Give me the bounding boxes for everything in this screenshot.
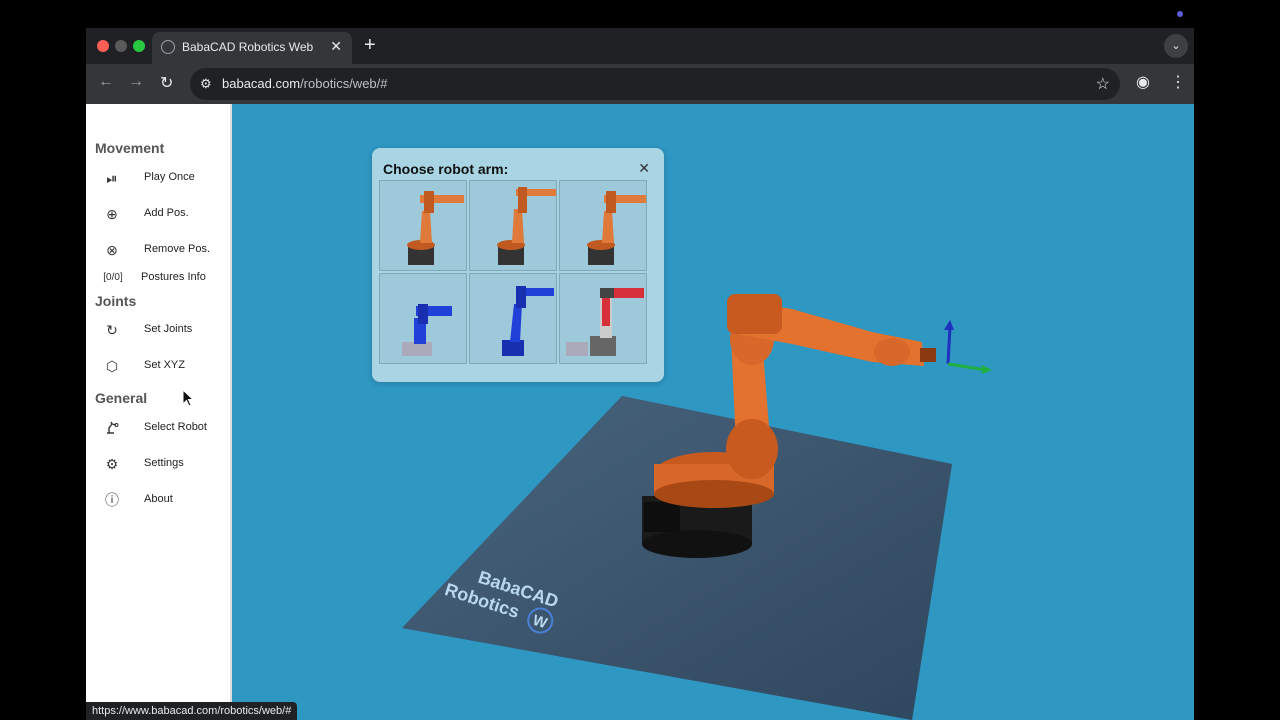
3d-viewport[interactable]: BabaCAD Robotics W Choose robot arm: ✕ [232,104,1194,720]
tab-strip: BabaCAD Robotics Web ✕ + ⌄ [86,28,1194,64]
close-window-button[interactable] [97,40,109,52]
robot-option-6[interactable] [559,273,647,364]
maximize-window-button[interactable] [133,40,145,52]
robot-option-4[interactable] [379,273,467,364]
new-tab-button[interactable]: + [364,34,376,57]
set-xyz-button[interactable]: ⬡ Set XYZ [86,351,232,381]
postures-counter: [0/0] [103,272,123,283]
add-circle-icon: ⊕ [106,206,118,222]
back-icon[interactable]: ← [98,73,114,91]
forward-icon[interactable]: → [128,73,144,91]
site-info-icon[interactable]: ⚙ [200,76,212,92]
gear-icon: ⚙ [105,456,119,472]
robot-option-3[interactable] [559,180,647,271]
robot-option-1[interactable] [379,180,467,271]
bookmark-star-icon[interactable]: ☆ [1096,74,1110,94]
address-bar[interactable]: ⚙ babacad.com/robotics/web/# ☆ [190,68,1120,100]
browser-toolbar: ← → ↻ ⚙ babacad.com/robotics/web/# ☆ ◉ ⋮ [86,64,1194,104]
section-title-general: General [95,390,148,406]
globe-icon [161,40,175,54]
tab-search-button[interactable]: ⌄ [1164,34,1188,58]
remove-circle-icon: ⊗ [106,242,118,258]
extension-indicator [1177,11,1183,17]
remove-position-button[interactable]: ⊗ Remove Pos. [86,235,232,265]
status-bar-url: https://www.babacad.com/robotics/web/# [86,702,298,720]
cube-icon: ⬡ [105,358,119,374]
about-button[interactable]: ⓘ About [86,485,232,515]
close-tab-icon[interactable]: ✕ [330,38,342,55]
profile-icon[interactable]: ◉ [1136,72,1150,92]
robot-chooser-title: Choose robot arm: [383,161,509,177]
browser-menu-icon[interactable]: ⋮ [1170,72,1186,92]
url-text[interactable]: babacad.com/robotics/web/# [222,76,388,91]
robot-option-5[interactable] [469,273,557,364]
postures-info-button[interactable]: [0/0] Postures Info [86,263,232,293]
mouse-cursor [182,388,195,412]
section-title-joints: Joints [95,293,137,309]
settings-button[interactable]: ⚙ Settings [86,449,232,479]
select-robot-button[interactable]: Select Robot [86,413,232,443]
robot-arm-icon [103,419,121,437]
minimize-window-button[interactable] [115,40,127,52]
sidebar: Movement ⏯ Play Once ⊕ Add Pos. ⊗ Remove… [86,104,232,720]
browser-tab[interactable]: BabaCAD Robotics Web ✕ [152,32,352,64]
play-pause-icon: ⏯ [106,170,118,186]
section-title-movement: Movement [95,140,165,156]
tab-title: BabaCAD Robotics Web [182,40,314,54]
close-icon[interactable]: ✕ [638,160,650,177]
add-position-button[interactable]: ⊕ Add Pos. [86,199,232,229]
info-icon: ⓘ [105,492,119,508]
reload-icon[interactable]: ↻ [160,73,173,93]
web-page: Movement ⏯ Play Once ⊕ Add Pos. ⊗ Remove… [86,104,1194,720]
robot-option-2[interactable] [469,180,557,271]
robot-chooser-panel: Choose robot arm: ✕ [372,148,664,382]
set-joints-button[interactable]: ↻ Set Joints [86,315,232,345]
refresh-icon: ↻ [106,322,118,338]
play-once-button[interactable]: ⏯ Play Once [86,163,232,193]
